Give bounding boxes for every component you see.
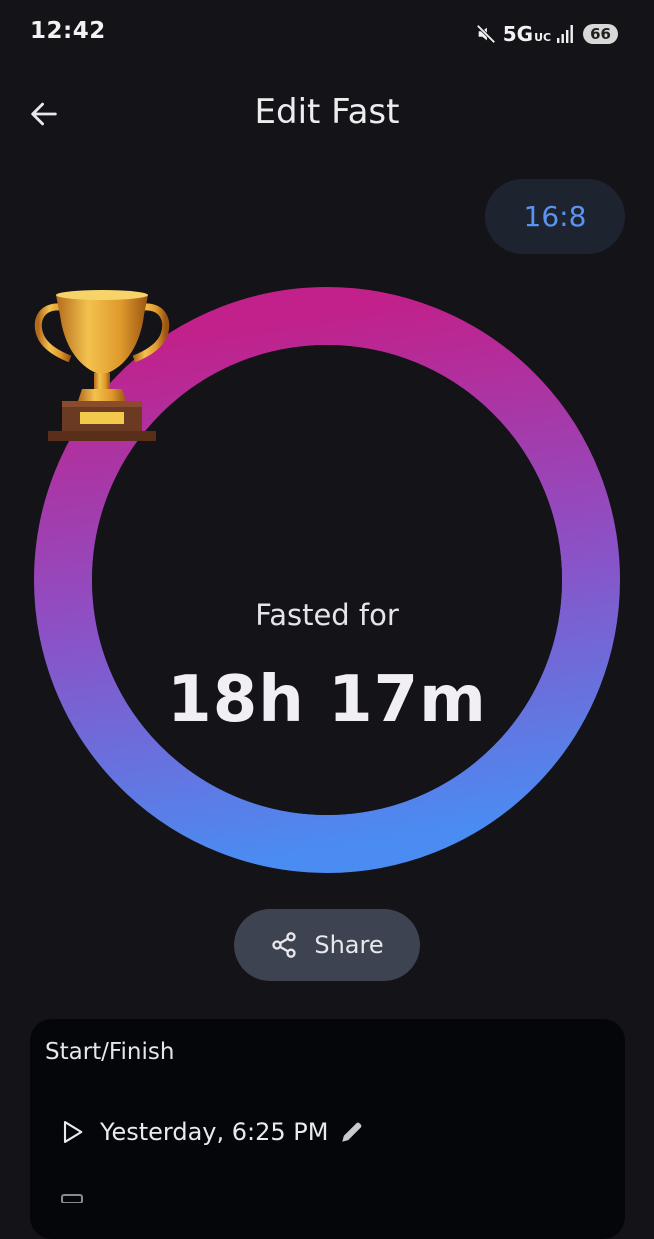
battery-badge: 66 [583,24,618,44]
status-bar: 12:42 5G UC 66 [0,0,654,66]
finish-icon [61,1194,83,1203]
fasted-label: Fasted for [255,598,399,632]
status-indicators: 5G UC 66 [475,20,618,48]
pencil-icon [342,1122,362,1142]
share-icon [272,932,297,958]
page-title: Edit Fast [254,92,400,132]
trophy-icon [34,290,170,441]
start-time-row[interactable]: Yesterday, 6:25 PM [58,1115,366,1149]
status-time: 12:42 [30,18,106,44]
card-title: Start/Finish [45,1039,175,1065]
fast-progress-ring: Fasted for 18h 17m [32,285,622,875]
share-button[interactable]: Share [234,909,420,981]
app-bar: Edit Fast [0,78,654,148]
network-sub-label: UC [534,31,552,44]
network-indicator: 5G UC [503,22,551,46]
edit-start-button[interactable] [338,1118,366,1146]
plan-chip[interactable]: 16:8 [485,179,625,254]
play-icon [63,1121,83,1143]
start-time-value: Yesterday, 6:25 PM [100,1118,329,1146]
network-label: 5G [502,22,534,46]
mute-icon [476,24,496,44]
signal-icon [557,25,574,43]
share-label: Share [314,931,384,959]
fasted-duration: 18h 17m [167,663,487,737]
start-finish-card: Start/Finish Yesterday, 6:25 PM [30,1019,625,1239]
